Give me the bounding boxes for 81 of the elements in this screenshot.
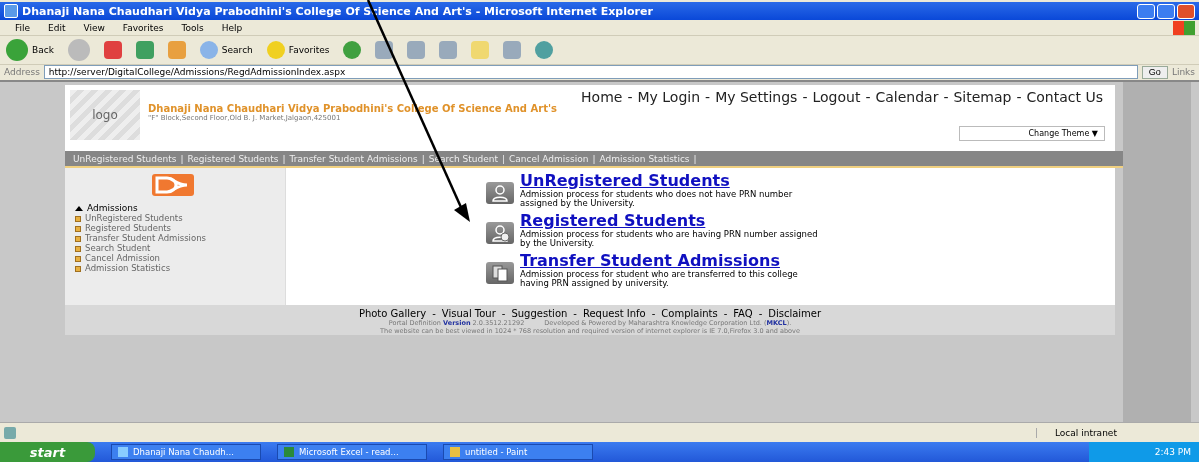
- sidebar-item[interactable]: Registered Students: [85, 224, 215, 233]
- change-theme-button[interactable]: Change Theme ▼: [959, 126, 1105, 141]
- link-separator: -: [757, 308, 764, 319]
- sidebar-item[interactable]: UnRegistered Students: [85, 214, 215, 223]
- link-separator: -: [572, 308, 578, 319]
- option-link[interactable]: Registered Students: [520, 212, 820, 230]
- collapse-icon[interactable]: [75, 205, 83, 211]
- search-button[interactable]: Search: [199, 41, 253, 59]
- link-separator: |: [500, 153, 506, 164]
- go-button[interactable]: Go: [1141, 65, 1168, 79]
- app-logo-icon: [152, 174, 194, 196]
- taskbar-button[interactable]: Dhanaji Nana Chaudh...: [111, 444, 261, 460]
- option-link[interactable]: Transfer Student Admissions: [520, 252, 820, 270]
- link-separator: -: [626, 89, 634, 105]
- bullet-icon: [75, 266, 81, 272]
- header-link[interactable]: Home: [581, 89, 623, 105]
- sidebar-item[interactable]: Transfer Student Admissions: [85, 234, 215, 243]
- logo-text: logo: [92, 108, 118, 122]
- restore-button[interactable]: [1157, 3, 1175, 19]
- clock: 2:43 PM: [1154, 447, 1191, 457]
- address-label: Address: [4, 67, 40, 77]
- link-separator: -: [431, 308, 437, 319]
- link-separator: -: [864, 89, 872, 105]
- option-description: Admission process for student who are transferred to this college having PRN assigned by university.: [520, 270, 799, 288]
- favorites-button[interactable]: Favorites: [266, 41, 330, 59]
- bullet-icon: [75, 216, 81, 222]
- footer-link[interactable]: Visual Tour: [441, 308, 496, 319]
- sidebar-item[interactable]: Admission Statistics: [85, 264, 215, 273]
- footer-link[interactable]: Disclaimer: [768, 308, 822, 319]
- footer-link[interactable]: Request Info: [582, 308, 646, 319]
- sidebar-item[interactable]: Search Student: [85, 244, 215, 253]
- address-field[interactable]: http://server/DigitalCollege/Admissions/RegdAdmissionIndex.aspx: [43, 65, 1138, 79]
- taskbar-button[interactable]: untitled - Paint: [443, 444, 593, 460]
- header-link[interactable]: My Settings: [715, 89, 798, 105]
- link-separator: |: [281, 153, 287, 164]
- option-description: Admission process for students who does not have PRN number assigned by the University.: [520, 190, 794, 208]
- menu-item[interactable]: Help: [212, 22, 252, 33]
- start-button[interactable]: start: [0, 442, 95, 462]
- header-link[interactable]: Sitemap: [953, 89, 1012, 105]
- menu-item[interactable]: Favorites: [113, 22, 173, 33]
- header-link[interactable]: Contact Us: [1026, 89, 1103, 105]
- sidebar-item[interactable]: Cancel Admission: [85, 254, 215, 263]
- link-separator: -: [650, 308, 657, 319]
- header-link[interactable]: Calendar: [875, 89, 939, 105]
- sidebar-heading[interactable]: Admissions: [87, 203, 138, 213]
- footer-link[interactable]: Complaints: [661, 308, 718, 319]
- menu-item[interactable]: Edit: [39, 22, 75, 33]
- minimize-button[interactable]: [1137, 3, 1155, 19]
- link-separator: |: [420, 153, 426, 164]
- link-separator: |: [692, 153, 698, 164]
- link-separator: -: [801, 89, 809, 105]
- header-link[interactable]: Logout: [812, 89, 861, 105]
- bullet-icon: [75, 236, 81, 242]
- scrollbar[interactable]: [1123, 82, 1191, 422]
- footer-link[interactable]: Photo Gallery: [358, 308, 427, 319]
- footer-link[interactable]: Suggestion: [511, 308, 568, 319]
- back-button[interactable]: Back: [6, 39, 54, 61]
- bullet-icon: [75, 256, 81, 262]
- person-badge-icon: [486, 222, 514, 244]
- bullet-icon: [75, 246, 81, 252]
- links-button[interactable]: Links: [1171, 67, 1195, 77]
- person-icon: [486, 182, 514, 204]
- bullet-icon: [75, 226, 81, 232]
- taskbar-button[interactable]: Microsoft Excel - read...: [277, 444, 427, 460]
- menu-item[interactable]: View: [74, 22, 114, 33]
- link-separator: |: [179, 153, 185, 164]
- menu-item[interactable]: Tools: [172, 22, 213, 33]
- menu-item[interactable]: File: [6, 22, 40, 33]
- option-description: Admission process for students who are having PRN number assigned by the University.: [520, 230, 819, 248]
- close-button[interactable]: [1177, 3, 1195, 19]
- option-link[interactable]: UnRegistered Students: [520, 172, 820, 190]
- documents-icon: [486, 262, 514, 284]
- link-separator: -: [500, 308, 507, 319]
- link-separator: -: [1015, 89, 1023, 105]
- footer-link[interactable]: FAQ: [733, 308, 753, 319]
- link-separator: -: [942, 89, 950, 105]
- security-zone: Local intranet: [1036, 427, 1195, 438]
- header-link[interactable]: My Login: [637, 89, 701, 105]
- link-separator: |: [591, 153, 597, 164]
- link-separator: -: [722, 308, 729, 319]
- link-separator: -: [704, 89, 712, 105]
